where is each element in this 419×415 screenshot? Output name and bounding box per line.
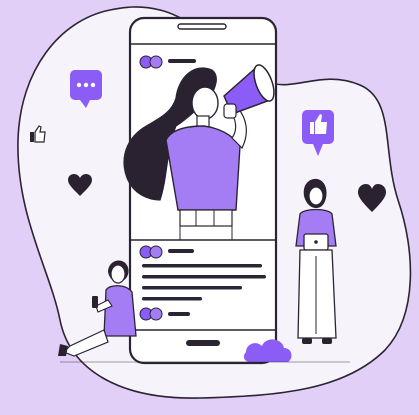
chat-dot [76, 82, 82, 88]
shoe [322, 338, 332, 344]
handheld-phone [92, 296, 98, 308]
post-line [142, 264, 262, 268]
torso [103, 285, 137, 337]
chat-dot [83, 82, 89, 88]
post-line [142, 286, 242, 290]
face [308, 186, 324, 206]
avatar [149, 307, 163, 321]
shoe [302, 338, 312, 344]
skirt [297, 249, 337, 339]
post-name-line [168, 59, 196, 63]
post-line [142, 275, 266, 279]
face [191, 86, 219, 120]
laptop-logo [314, 240, 318, 244]
post-line [142, 297, 202, 301]
belt [179, 209, 233, 227]
avatar [149, 245, 163, 259]
post-name-line [168, 249, 194, 253]
phone-home-button [186, 340, 220, 346]
avatar [149, 55, 163, 69]
phone-speaker [177, 23, 227, 30]
thumb-cuff [30, 132, 34, 142]
social-media-illustration [0, 0, 419, 415]
torso [165, 125, 241, 211]
chat-dot [90, 82, 96, 88]
megaphone-handle [223, 103, 237, 119]
face [110, 264, 126, 284]
like-thumb-cuff [310, 122, 314, 134]
post-line [168, 312, 190, 316]
